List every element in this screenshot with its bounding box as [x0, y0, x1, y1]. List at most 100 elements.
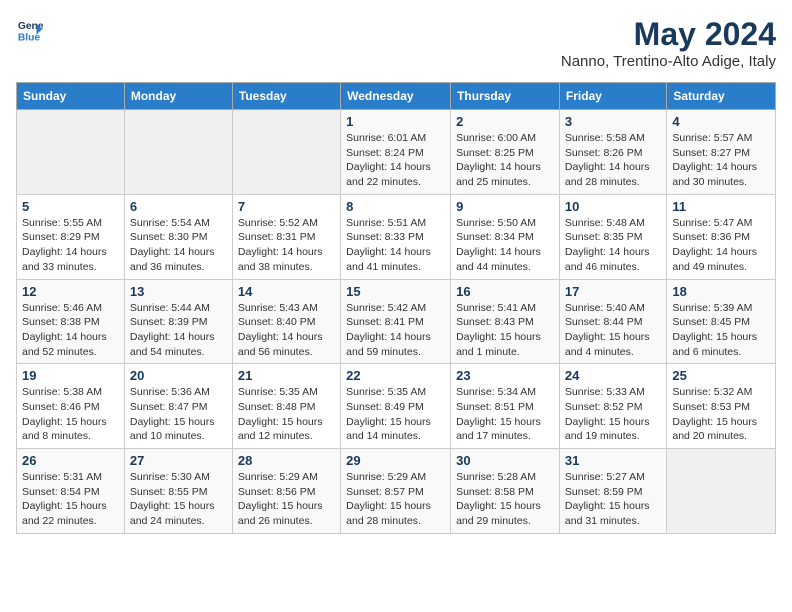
calendar-cell: 8 Sunrise: 5:51 AM Sunset: 8:33 PM Daylig…: [341, 194, 451, 279]
title-block: May 2024 Nanno, Trentino-Alto Adige, Ita…: [561, 16, 776, 70]
day-info: Sunrise: 5:28 AM Sunset: 8:58 PM Dayligh…: [456, 470, 554, 529]
day-info: Sunrise: 5:46 AM Sunset: 8:38 PM Dayligh…: [22, 301, 119, 360]
day-info: Sunrise: 5:35 AM Sunset: 8:48 PM Dayligh…: [238, 385, 335, 444]
day-number: 6: [130, 199, 227, 214]
day-number: 4: [672, 114, 770, 129]
day-info: Sunrise: 5:43 AM Sunset: 8:40 PM Dayligh…: [238, 301, 335, 360]
calendar-cell: 14 Sunrise: 5:43 AM Sunset: 8:40 PM Dayli…: [232, 279, 340, 364]
day-number: 8: [346, 199, 445, 214]
calendar-cell: 11 Sunrise: 5:47 AM Sunset: 8:36 PM Dayli…: [667, 194, 776, 279]
day-info: Sunrise: 5:34 AM Sunset: 8:51 PM Dayligh…: [456, 385, 554, 444]
day-of-week-header: Thursday: [451, 83, 560, 110]
day-number: 16: [456, 284, 554, 299]
calendar-cell: 28 Sunrise: 5:29 AM Sunset: 8:56 PM Dayli…: [232, 449, 340, 534]
day-info: Sunrise: 5:52 AM Sunset: 8:31 PM Dayligh…: [238, 216, 335, 275]
day-info: Sunrise: 5:29 AM Sunset: 8:56 PM Dayligh…: [238, 470, 335, 529]
day-info: Sunrise: 5:36 AM Sunset: 8:47 PM Dayligh…: [130, 385, 227, 444]
day-number: 9: [456, 199, 554, 214]
day-info: Sunrise: 5:57 AM Sunset: 8:27 PM Dayligh…: [672, 131, 770, 190]
calendar-cell: 4 Sunrise: 5:57 AM Sunset: 8:27 PM Daylig…: [667, 110, 776, 195]
calendar-cell: 18 Sunrise: 5:39 AM Sunset: 8:45 PM Dayli…: [667, 279, 776, 364]
day-info: Sunrise: 5:31 AM Sunset: 8:54 PM Dayligh…: [22, 470, 119, 529]
calendar-cell: 5 Sunrise: 5:55 AM Sunset: 8:29 PM Daylig…: [17, 194, 125, 279]
calendar-cell: 31Sunrise: 5:27 AM Sunset: 8:59 PM Dayli…: [559, 449, 666, 534]
calendar-cell: 20 Sunrise: 5:36 AM Sunset: 8:47 PM Dayli…: [124, 364, 232, 449]
day-number: 14: [238, 284, 335, 299]
day-info: Sunrise: 6:00 AM Sunset: 8:25 PM Dayligh…: [456, 131, 554, 190]
day-info: Sunrise: 5:42 AM Sunset: 8:41 PM Dayligh…: [346, 301, 445, 360]
day-info: Sunrise: 5:55 AM Sunset: 8:29 PM Dayligh…: [22, 216, 119, 275]
calendar-cell: 17 Sunrise: 5:40 AM Sunset: 8:44 PM Dayli…: [559, 279, 666, 364]
calendar-cell: 30 Sunrise: 5:28 AM Sunset: 8:58 PM Dayli…: [451, 449, 560, 534]
day-number: 11: [672, 199, 770, 214]
calendar-week-row: 12 Sunrise: 5:46 AM Sunset: 8:38 PM Dayli…: [17, 279, 776, 364]
day-number: 13: [130, 284, 227, 299]
calendar-week-row: 5 Sunrise: 5:55 AM Sunset: 8:29 PM Daylig…: [17, 194, 776, 279]
calendar-body: 1Sunrise: 6:01 AM Sunset: 8:24 PM Daylig…: [17, 110, 776, 534]
calendar-cell: 10Sunrise: 5:48 AM Sunset: 8:35 PM Dayli…: [559, 194, 666, 279]
day-of-week-header: Monday: [124, 83, 232, 110]
calendar-cell: 24 Sunrise: 5:33 AM Sunset: 8:52 PM Dayli…: [559, 364, 666, 449]
day-number: 20: [130, 368, 227, 383]
day-of-week-header: Saturday: [667, 83, 776, 110]
day-info: Sunrise: 5:41 AM Sunset: 8:43 PM Dayligh…: [456, 301, 554, 360]
day-number: 22: [346, 368, 445, 383]
calendar-cell: 7 Sunrise: 5:52 AM Sunset: 8:31 PM Daylig…: [232, 194, 340, 279]
calendar-cell: [232, 110, 340, 195]
day-number: 12: [22, 284, 119, 299]
calendar-table: SundayMondayTuesdayWednesdayThursdayFrid…: [16, 82, 776, 534]
day-info: Sunrise: 5:27 AM Sunset: 8:59 PM Dayligh…: [565, 470, 661, 529]
day-of-week-header: Friday: [559, 83, 666, 110]
day-number: 5: [22, 199, 119, 214]
day-number: 28: [238, 453, 335, 468]
calendar-cell: [17, 110, 125, 195]
calendar-cell: 1Sunrise: 6:01 AM Sunset: 8:24 PM Daylig…: [341, 110, 451, 195]
day-number: 19: [22, 368, 119, 383]
day-number: 1: [346, 114, 445, 129]
calendar-cell: 21 Sunrise: 5:35 AM Sunset: 8:48 PM Dayli…: [232, 364, 340, 449]
day-info: Sunrise: 5:58 AM Sunset: 8:26 PM Dayligh…: [565, 131, 661, 190]
calendar-cell: 26Sunrise: 5:31 AM Sunset: 8:54 PM Dayli…: [17, 449, 125, 534]
calendar-cell: 29Sunrise: 5:29 AM Sunset: 8:57 PM Dayli…: [341, 449, 451, 534]
day-info: Sunrise: 5:29 AM Sunset: 8:57 PM Dayligh…: [346, 470, 445, 529]
calendar-cell: 15Sunrise: 5:42 AM Sunset: 8:41 PM Dayli…: [341, 279, 451, 364]
day-info: Sunrise: 5:39 AM Sunset: 8:45 PM Dayligh…: [672, 301, 770, 360]
day-info: Sunrise: 5:33 AM Sunset: 8:52 PM Dayligh…: [565, 385, 661, 444]
day-number: 27: [130, 453, 227, 468]
page-header: General Blue May 2024 Nanno, Trentino-Al…: [16, 16, 776, 70]
calendar-cell: 9 Sunrise: 5:50 AM Sunset: 8:34 PM Daylig…: [451, 194, 560, 279]
calendar-cell: 27 Sunrise: 5:30 AM Sunset: 8:55 PM Dayli…: [124, 449, 232, 534]
day-number: 30: [456, 453, 554, 468]
calendar-cell: 12 Sunrise: 5:46 AM Sunset: 8:38 PM Dayli…: [17, 279, 125, 364]
calendar-cell: [667, 449, 776, 534]
calendar-cell: 25Sunrise: 5:32 AM Sunset: 8:53 PM Dayli…: [667, 364, 776, 449]
day-info: Sunrise: 5:30 AM Sunset: 8:55 PM Dayligh…: [130, 470, 227, 529]
day-info: Sunrise: 5:51 AM Sunset: 8:33 PM Dayligh…: [346, 216, 445, 275]
day-number: 24: [565, 368, 661, 383]
day-of-week-header: Tuesday: [232, 83, 340, 110]
calendar-cell: 2Sunrise: 6:00 AM Sunset: 8:25 PM Daylig…: [451, 110, 560, 195]
main-title: May 2024: [561, 16, 776, 53]
calendar-header-row: SundayMondayTuesdayWednesdayThursdayFrid…: [17, 83, 776, 110]
subtitle: Nanno, Trentino-Alto Adige, Italy: [561, 53, 776, 70]
calendar-cell: 22Sunrise: 5:35 AM Sunset: 8:49 PM Dayli…: [341, 364, 451, 449]
day-info: Sunrise: 5:32 AM Sunset: 8:53 PM Dayligh…: [672, 385, 770, 444]
calendar-cell: 16 Sunrise: 5:41 AM Sunset: 8:43 PM Dayli…: [451, 279, 560, 364]
day-number: 23: [456, 368, 554, 383]
calendar-cell: 19Sunrise: 5:38 AM Sunset: 8:46 PM Dayli…: [17, 364, 125, 449]
day-number: 7: [238, 199, 335, 214]
day-info: Sunrise: 5:40 AM Sunset: 8:44 PM Dayligh…: [565, 301, 661, 360]
day-number: 17: [565, 284, 661, 299]
day-info: Sunrise: 5:48 AM Sunset: 8:35 PM Dayligh…: [565, 216, 661, 275]
day-number: 3: [565, 114, 661, 129]
calendar-cell: 3 Sunrise: 5:58 AM Sunset: 8:26 PM Daylig…: [559, 110, 666, 195]
day-info: Sunrise: 5:50 AM Sunset: 8:34 PM Dayligh…: [456, 216, 554, 275]
day-of-week-header: Sunday: [17, 83, 125, 110]
day-of-week-header: Wednesday: [341, 83, 451, 110]
calendar-week-row: 19Sunrise: 5:38 AM Sunset: 8:46 PM Dayli…: [17, 364, 776, 449]
day-info: Sunrise: 5:54 AM Sunset: 8:30 PM Dayligh…: [130, 216, 227, 275]
day-number: 21: [238, 368, 335, 383]
day-number: 18: [672, 284, 770, 299]
calendar-week-row: 26Sunrise: 5:31 AM Sunset: 8:54 PM Dayli…: [17, 449, 776, 534]
day-info: Sunrise: 5:47 AM Sunset: 8:36 PM Dayligh…: [672, 216, 770, 275]
